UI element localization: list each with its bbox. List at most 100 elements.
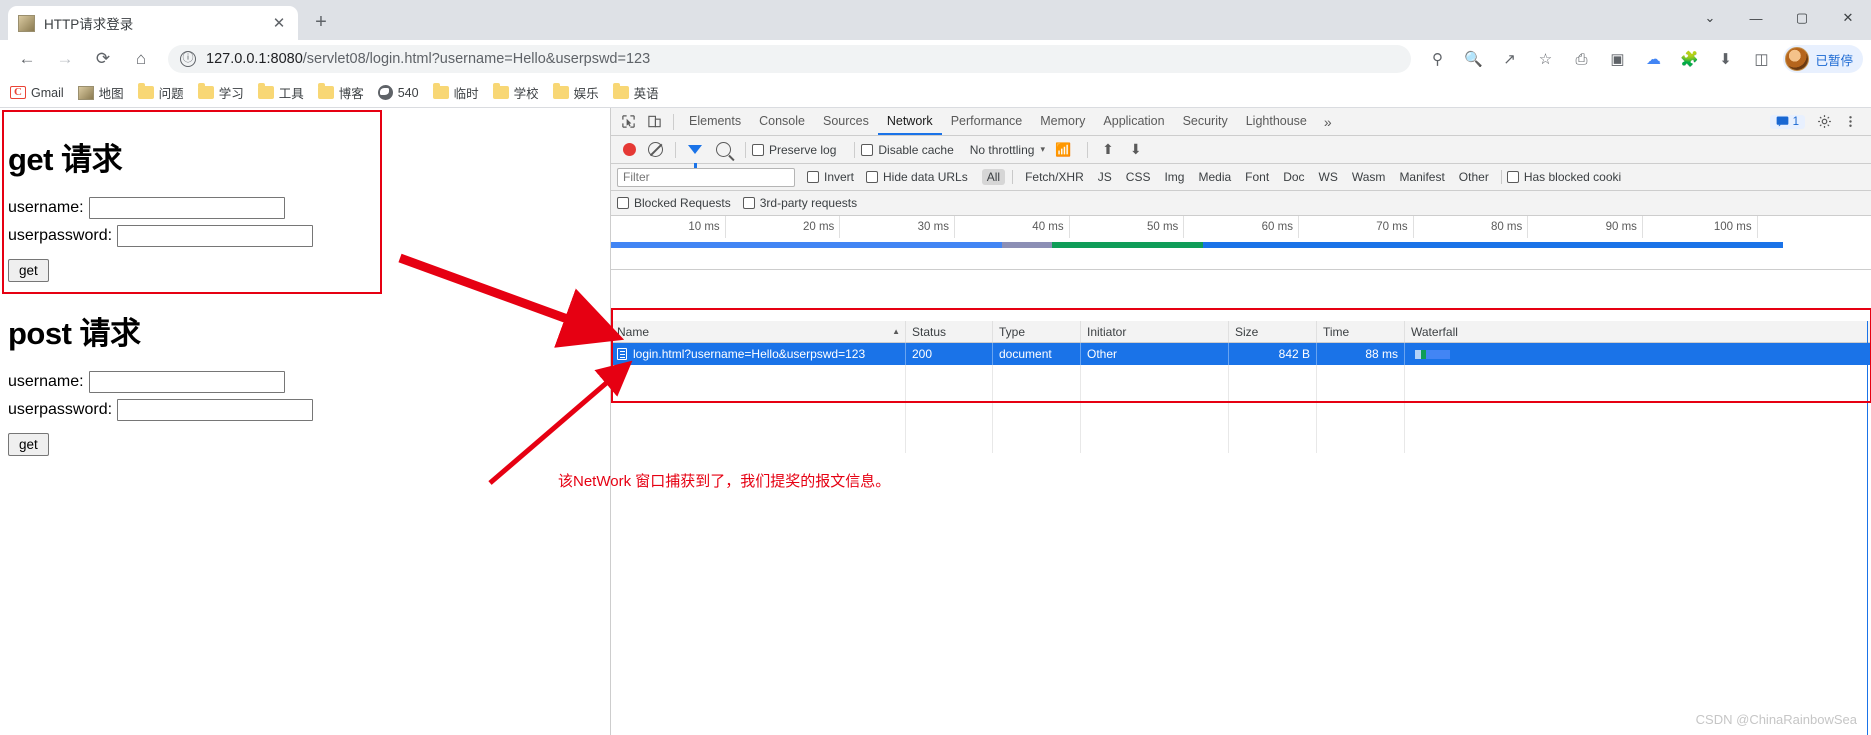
inspect-element-icon[interactable] <box>615 110 641 134</box>
preserve-log-checkbox[interactable]: Preserve log <box>752 143 836 157</box>
bookmark-folder-5[interactable]: 博客 <box>317 83 364 102</box>
type-filter-doc[interactable]: Doc <box>1278 169 1309 185</box>
filter-toggle-icon[interactable] <box>688 145 702 168</box>
extensions-icon[interactable]: 🧩 <box>1674 44 1704 74</box>
sidebar-icon[interactable]: ▣ <box>1602 44 1632 74</box>
share-icon[interactable]: ↗ <box>1494 44 1524 74</box>
type-filter-js[interactable]: JS <box>1093 169 1117 185</box>
tab-security[interactable]: Security <box>1174 108 1237 135</box>
drive-icon[interactable]: ☁ <box>1638 44 1668 74</box>
address-bar[interactable]: ⓘ 127.0.0.1:8080/servlet08/login.html?us… <box>168 45 1412 73</box>
tab-elements[interactable]: Elements <box>680 108 750 135</box>
type-filter-media[interactable]: Media <box>1193 169 1236 185</box>
checkbox[interactable] <box>617 197 629 209</box>
checkbox[interactable] <box>1506 171 1519 183</box>
clear-button[interactable] <box>648 142 663 157</box>
browser-tab[interactable]: HTTP请求登录 ✕ <box>8 6 298 40</box>
minimize-button[interactable]: — <box>1733 1 1779 35</box>
bookmark-folder-3[interactable]: 学习 <box>197 83 244 102</box>
type-filter-fetch-xhr[interactable]: Fetch/XHR <box>1020 169 1089 185</box>
type-filter-manifest[interactable]: Manifest <box>1394 169 1449 185</box>
type-filter-ws[interactable]: WS <box>1314 169 1343 185</box>
type-filter-other[interactable]: Other <box>1454 169 1494 185</box>
type-filter-img[interactable]: Img <box>1159 169 1189 185</box>
record-button[interactable] <box>623 143 636 156</box>
network-overview[interactable]: 10 ms 20 ms 30 ms 40 ms 50 ms 60 ms 70 m… <box>611 216 1871 270</box>
type-filter-css[interactable]: CSS <box>1121 169 1156 185</box>
checkbox[interactable] <box>752 143 764 156</box>
network-conditions-icon[interactable]: 📶 <box>1055 142 1071 158</box>
type-filter-all[interactable]: All <box>981 169 1006 185</box>
bookmark-folder-4[interactable]: 工具 <box>257 83 304 102</box>
device-toolbar-icon[interactable] <box>641 110 667 134</box>
blocked-requests-checkbox[interactable]: Blocked Requests <box>617 196 731 210</box>
post-submit-button[interactable]: get <box>8 433 49 456</box>
bookmark-gmail[interactable]: C Gmail <box>10 86 64 100</box>
profile-button[interactable]: 已暂停 <box>1783 45 1863 73</box>
get-username-input[interactable] <box>88 197 285 219</box>
maximize-button[interactable]: ▢ <box>1779 1 1825 35</box>
reading-list-icon[interactable]: ⎙ <box>1566 44 1596 74</box>
site-info-icon[interactable]: ⓘ <box>180 51 196 67</box>
has-blocked-cookies-checkbox[interactable]: Has blocked cooki <box>1506 170 1621 184</box>
more-vertical-icon[interactable] <box>1837 110 1863 134</box>
tab-memory[interactable]: Memory <box>1031 108 1094 135</box>
star-icon[interactable]: ☆ <box>1530 44 1560 74</box>
get-password-input[interactable] <box>117 225 314 247</box>
tab-lighthouse[interactable]: Lighthouse <box>1237 108 1316 135</box>
checkbox[interactable] <box>807 171 819 183</box>
search-icon[interactable] <box>716 142 731 157</box>
back-icon[interactable]: ← <box>12 44 42 74</box>
home-icon[interactable]: ⌂ <box>126 44 156 74</box>
bookmark-folder-8[interactable]: 学校 <box>492 83 539 102</box>
key-icon[interactable]: ⚲ <box>1422 44 1452 74</box>
more-tabs-icon[interactable]: » <box>1316 114 1340 130</box>
filter-input[interactable] <box>617 167 795 187</box>
split-screen-icon[interactable]: ◫ <box>1746 44 1776 74</box>
table-row[interactable]: login.html?username=Hello&userpswd=123 2… <box>611 343 1871 365</box>
disable-cache-checkbox[interactable]: Disable cache <box>861 143 954 157</box>
tab-application[interactable]: Application <box>1094 108 1173 135</box>
type-filter-wasm[interactable]: Wasm <box>1347 169 1391 185</box>
gear-icon[interactable] <box>1811 110 1837 134</box>
export-har-icon[interactable]: ⬇ <box>1130 141 1142 158</box>
get-submit-button[interactable]: get <box>8 259 49 282</box>
column-header-size[interactable]: Size <box>1229 321 1317 342</box>
chevron-down-icon[interactable]: ⌄ <box>1687 1 1733 35</box>
post-password-input[interactable] <box>117 399 314 421</box>
import-har-icon[interactable]: ⬆ <box>1102 141 1114 158</box>
close-icon[interactable]: ✕ <box>270 14 288 32</box>
zoom-icon[interactable]: 🔍 <box>1458 44 1488 74</box>
forward-icon[interactable]: → <box>50 44 80 74</box>
checkbox[interactable] <box>861 143 874 156</box>
checkbox[interactable] <box>866 171 879 183</box>
tab-console[interactable]: Console <box>750 108 814 135</box>
reload-icon[interactable]: ⟳ <box>88 44 118 74</box>
column-header-initiator[interactable]: Initiator <box>1081 321 1229 342</box>
bookmark-folder-2[interactable]: 问题 <box>137 83 184 102</box>
cell-name[interactable]: login.html?username=Hello&userpswd=123 <box>611 343 906 365</box>
new-tab-button[interactable]: + <box>308 9 334 35</box>
column-header-waterfall[interactable]: Waterfall <box>1405 321 1705 342</box>
column-header-name[interactable]: Name ▲ <box>611 321 906 342</box>
bookmark-map[interactable]: 地图 <box>77 83 124 102</box>
hide-data-urls-checkbox[interactable]: Hide data URLs <box>866 170 968 184</box>
column-header-time[interactable]: Time <box>1317 321 1405 342</box>
column-header-type[interactable]: Type <box>993 321 1081 342</box>
tab-network[interactable]: Network <box>878 108 942 135</box>
tab-sources[interactable]: Sources <box>814 108 878 135</box>
bookmark-folder-7[interactable]: 临时 <box>432 83 479 102</box>
close-window-button[interactable]: ✕ <box>1825 1 1871 35</box>
invert-checkbox[interactable]: Invert <box>807 170 854 184</box>
post-username-input[interactable] <box>88 371 285 393</box>
bookmark-folder-10[interactable]: 英语 <box>612 83 659 102</box>
bookmark-540[interactable]: 540 <box>377 85 419 100</box>
throttling-select[interactable]: No throttling ▾ <box>970 143 1045 157</box>
download-icon[interactable]: ⬇ <box>1710 44 1740 74</box>
third-party-requests-checkbox[interactable]: 3rd-party requests <box>742 196 857 210</box>
messages-badge[interactable]: 1 <box>1769 114 1805 129</box>
type-filter-font[interactable]: Font <box>1240 169 1274 185</box>
column-header-status[interactable]: Status <box>906 321 993 342</box>
bookmark-folder-9[interactable]: 娱乐 <box>552 83 599 102</box>
checkbox[interactable] <box>742 197 755 209</box>
